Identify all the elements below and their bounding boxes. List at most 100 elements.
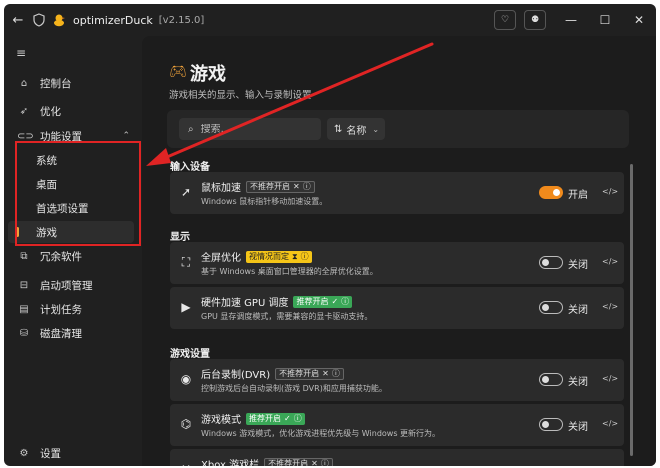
gpu-scheduling-toggle[interactable]	[539, 301, 563, 314]
xbox-icon: ✕	[179, 462, 193, 466]
search-icon: ⌕	[188, 123, 194, 135]
sidebar-item-bloatware[interactable]: ⧉ 冗余软件	[4, 245, 142, 267]
app-title: optimizerDuck	[73, 13, 153, 27]
calendar-icon: ▤	[19, 303, 29, 315]
setting-title: 后台录制(DVR)	[201, 370, 271, 381]
setting-title: Xbox 游戏栏	[201, 460, 260, 466]
highlight-box	[15, 141, 141, 246]
toggle-state-label: 关闭	[568, 377, 588, 388]
duck-logo-icon	[54, 14, 65, 27]
setting-description: 基于 Windows 桌面窗口管理器的全屏优化设置。	[201, 267, 378, 276]
gamepad-icon: 🎮︎	[169, 64, 187, 80]
rocket-icon: ➶	[19, 105, 29, 117]
app-version: [v2.15.0]	[158, 14, 205, 26]
section-label-input: 输入设备	[170, 162, 210, 173]
section-label-game-settings: 游戏设置	[170, 349, 210, 360]
x-icon: ✕	[293, 181, 300, 191]
toggle-state-label: 关闭	[568, 260, 588, 271]
sidebar-item-label: 设置	[40, 447, 61, 460]
sidebar-item-scheduled-tasks[interactable]: ▤ 计划任务	[4, 298, 142, 320]
x-icon: ✕	[311, 458, 318, 467]
info-icon: ⓘ	[331, 368, 340, 378]
toggle-state-label: 关闭	[568, 422, 588, 433]
sidebar-item-label: 冗余软件	[40, 250, 82, 263]
setting-title: 全屏优化	[201, 253, 241, 264]
setting-card-fullscreen-optimization: ⛶ 全屏优化 视情况而定 ⧗ ⓘ 基于 Windows 桌面窗口管理器的全屏优化设置…	[170, 242, 624, 284]
info-icon: ⓘ	[300, 251, 309, 261]
code-icon[interactable]: </>	[602, 187, 618, 196]
background-recording-toggle[interactable]	[539, 373, 563, 386]
code-icon[interactable]: </>	[602, 374, 618, 383]
x-icon: ✕	[322, 368, 329, 378]
sidebar-item-disk-cleanup[interactable]: ⛁ 磁盘清理	[4, 322, 142, 344]
minimize-button[interactable]: —	[554, 13, 588, 27]
heart-button[interactable]: ♡	[494, 10, 516, 30]
mouse-acceleration-toggle[interactable]	[539, 186, 563, 199]
disk-icon: ⛁	[19, 327, 29, 339]
info-icon: ⓘ	[320, 458, 329, 467]
setting-title: 硬件加速 GPU 调度	[201, 298, 289, 309]
game-mode-toggle[interactable]	[539, 418, 563, 431]
status-badge: 推荐开启 ✓ ⓘ	[293, 295, 353, 308]
search-input[interactable]	[200, 123, 311, 135]
setting-card-gpu-scheduling: ▶ 硬件加速 GPU 调度 推荐开启 ✓ ⓘ GPU 显存调度模式，需要兼容的显卡驱…	[170, 287, 624, 329]
sort-dropdown[interactable]: ⇅ 名称 ⌄	[327, 118, 385, 140]
code-icon[interactable]: </>	[602, 257, 618, 266]
status-badge: 不推荐开启 ✕ ⓘ	[275, 367, 344, 380]
toolbar: ⌕ ⇅ 名称 ⌄	[167, 110, 629, 148]
sidebar-item-startup[interactable]: ⊟ 启动项管理	[4, 274, 142, 296]
sidebar-item-label: 优化	[40, 105, 61, 118]
setting-description: Windows 鼠标指针移动加速设置。	[201, 197, 328, 206]
status-badge: 推荐开启 ✓ ⓘ	[246, 412, 305, 425]
maximize-button[interactable]: ☐	[588, 13, 622, 27]
close-button[interactable]: ✕	[622, 13, 656, 27]
check-icon: ✓	[284, 413, 291, 423]
search-box[interactable]: ⌕	[179, 118, 321, 140]
code-icon[interactable]: </>	[602, 302, 618, 311]
record-icon: ◉	[180, 372, 192, 386]
play-box-icon: ▶	[181, 300, 191, 314]
setting-description: 控制游戏后台自动录制(游戏 DVR)和应用捕获功能。	[201, 384, 387, 393]
sidebar-item-label: 磁盘清理	[40, 327, 82, 340]
app-window: ← optimizerDuck [v2.15.0] ♡ ⚉ — ☐ ✕ ≡ ⌂ …	[4, 4, 656, 466]
page-title: 游戏	[190, 64, 226, 85]
fullscreen-icon: ⛶	[181, 255, 191, 269]
shield-icon	[33, 13, 45, 27]
startup-icon: ⊟	[19, 279, 29, 291]
toggle-icon: ⊂⊃	[17, 130, 34, 142]
info-icon: ⓘ	[302, 181, 311, 191]
setting-title: 游戏模式	[201, 415, 241, 426]
back-arrow-icon[interactable]: ←	[4, 13, 32, 28]
info-icon: ⓘ	[293, 413, 302, 423]
chevron-up-icon: ⌃	[122, 131, 130, 141]
sidebar-item-label: 控制台	[40, 77, 72, 90]
scrollbar[interactable]	[630, 164, 633, 456]
setting-description: GPU 显存调度模式，需要兼容的显卡驱动支持。	[201, 312, 373, 321]
home-icon: ⌂	[20, 77, 28, 89]
menu-icon[interactable]: ≡	[16, 46, 26, 60]
info-icon: ⓘ	[341, 296, 350, 306]
title-bar: ← optimizerDuck [v2.15.0] ♡ ⚉ — ☐ ✕	[4, 4, 656, 36]
status-badge: 不推荐开启 ✕ ⓘ	[246, 180, 315, 193]
sort-label: 名称	[346, 125, 367, 137]
setting-card-mouse-acceleration: ➚ 鼠标加速 不推荐开启 ✕ ⓘ Windows 鼠标指针移动加速设置。 开启 </…	[170, 172, 624, 214]
cursor-icon: ➚	[180, 185, 192, 199]
sidebar-item-label: 计划任务	[40, 303, 82, 316]
check-icon: ✓	[331, 296, 339, 306]
code-icon[interactable]: </>	[602, 419, 618, 428]
page-subtitle: 游戏相关的显示、输入与录制设置	[169, 90, 312, 101]
package-icon: ⧉	[20, 250, 28, 262]
setting-card-background-recording: ◉ 后台录制(DVR) 不推荐开启 ✕ ⓘ 控制游戏后台自动录制(游戏 DVR)和应…	[170, 359, 624, 401]
chevron-down-icon: ⌄	[372, 124, 380, 134]
fullscreen-optimization-toggle[interactable]	[539, 256, 563, 269]
setting-description: Windows 游戏模式，优化游戏进程优先级与 Windows 更新行为。	[201, 429, 441, 438]
hourglass-icon: ⧗	[292, 251, 298, 261]
status-badge: 不推荐开启 ✕ ⓘ	[264, 457, 333, 467]
sidebar-item-dashboard[interactable]: ⌂ 控制台	[4, 72, 142, 94]
section-label-display: 显示	[170, 232, 190, 243]
setting-card-xbox-game-bar: ✕ Xbox 游戏栏 不推荐开启✕ⓘ	[170, 449, 624, 466]
sidebar-item-settings[interactable]: ⚙ 设置	[4, 442, 142, 464]
sidebar-item-optimize[interactable]: ➶ 优化	[4, 100, 142, 122]
sidebar: ≡ ⌂ 控制台 ➶ 优化 ⊂⊃ 功能设置 ⌃ 系统 桌面 首选项设置 游戏 ⧉	[4, 36, 142, 466]
bug-report-button[interactable]: ⚉	[524, 10, 546, 30]
